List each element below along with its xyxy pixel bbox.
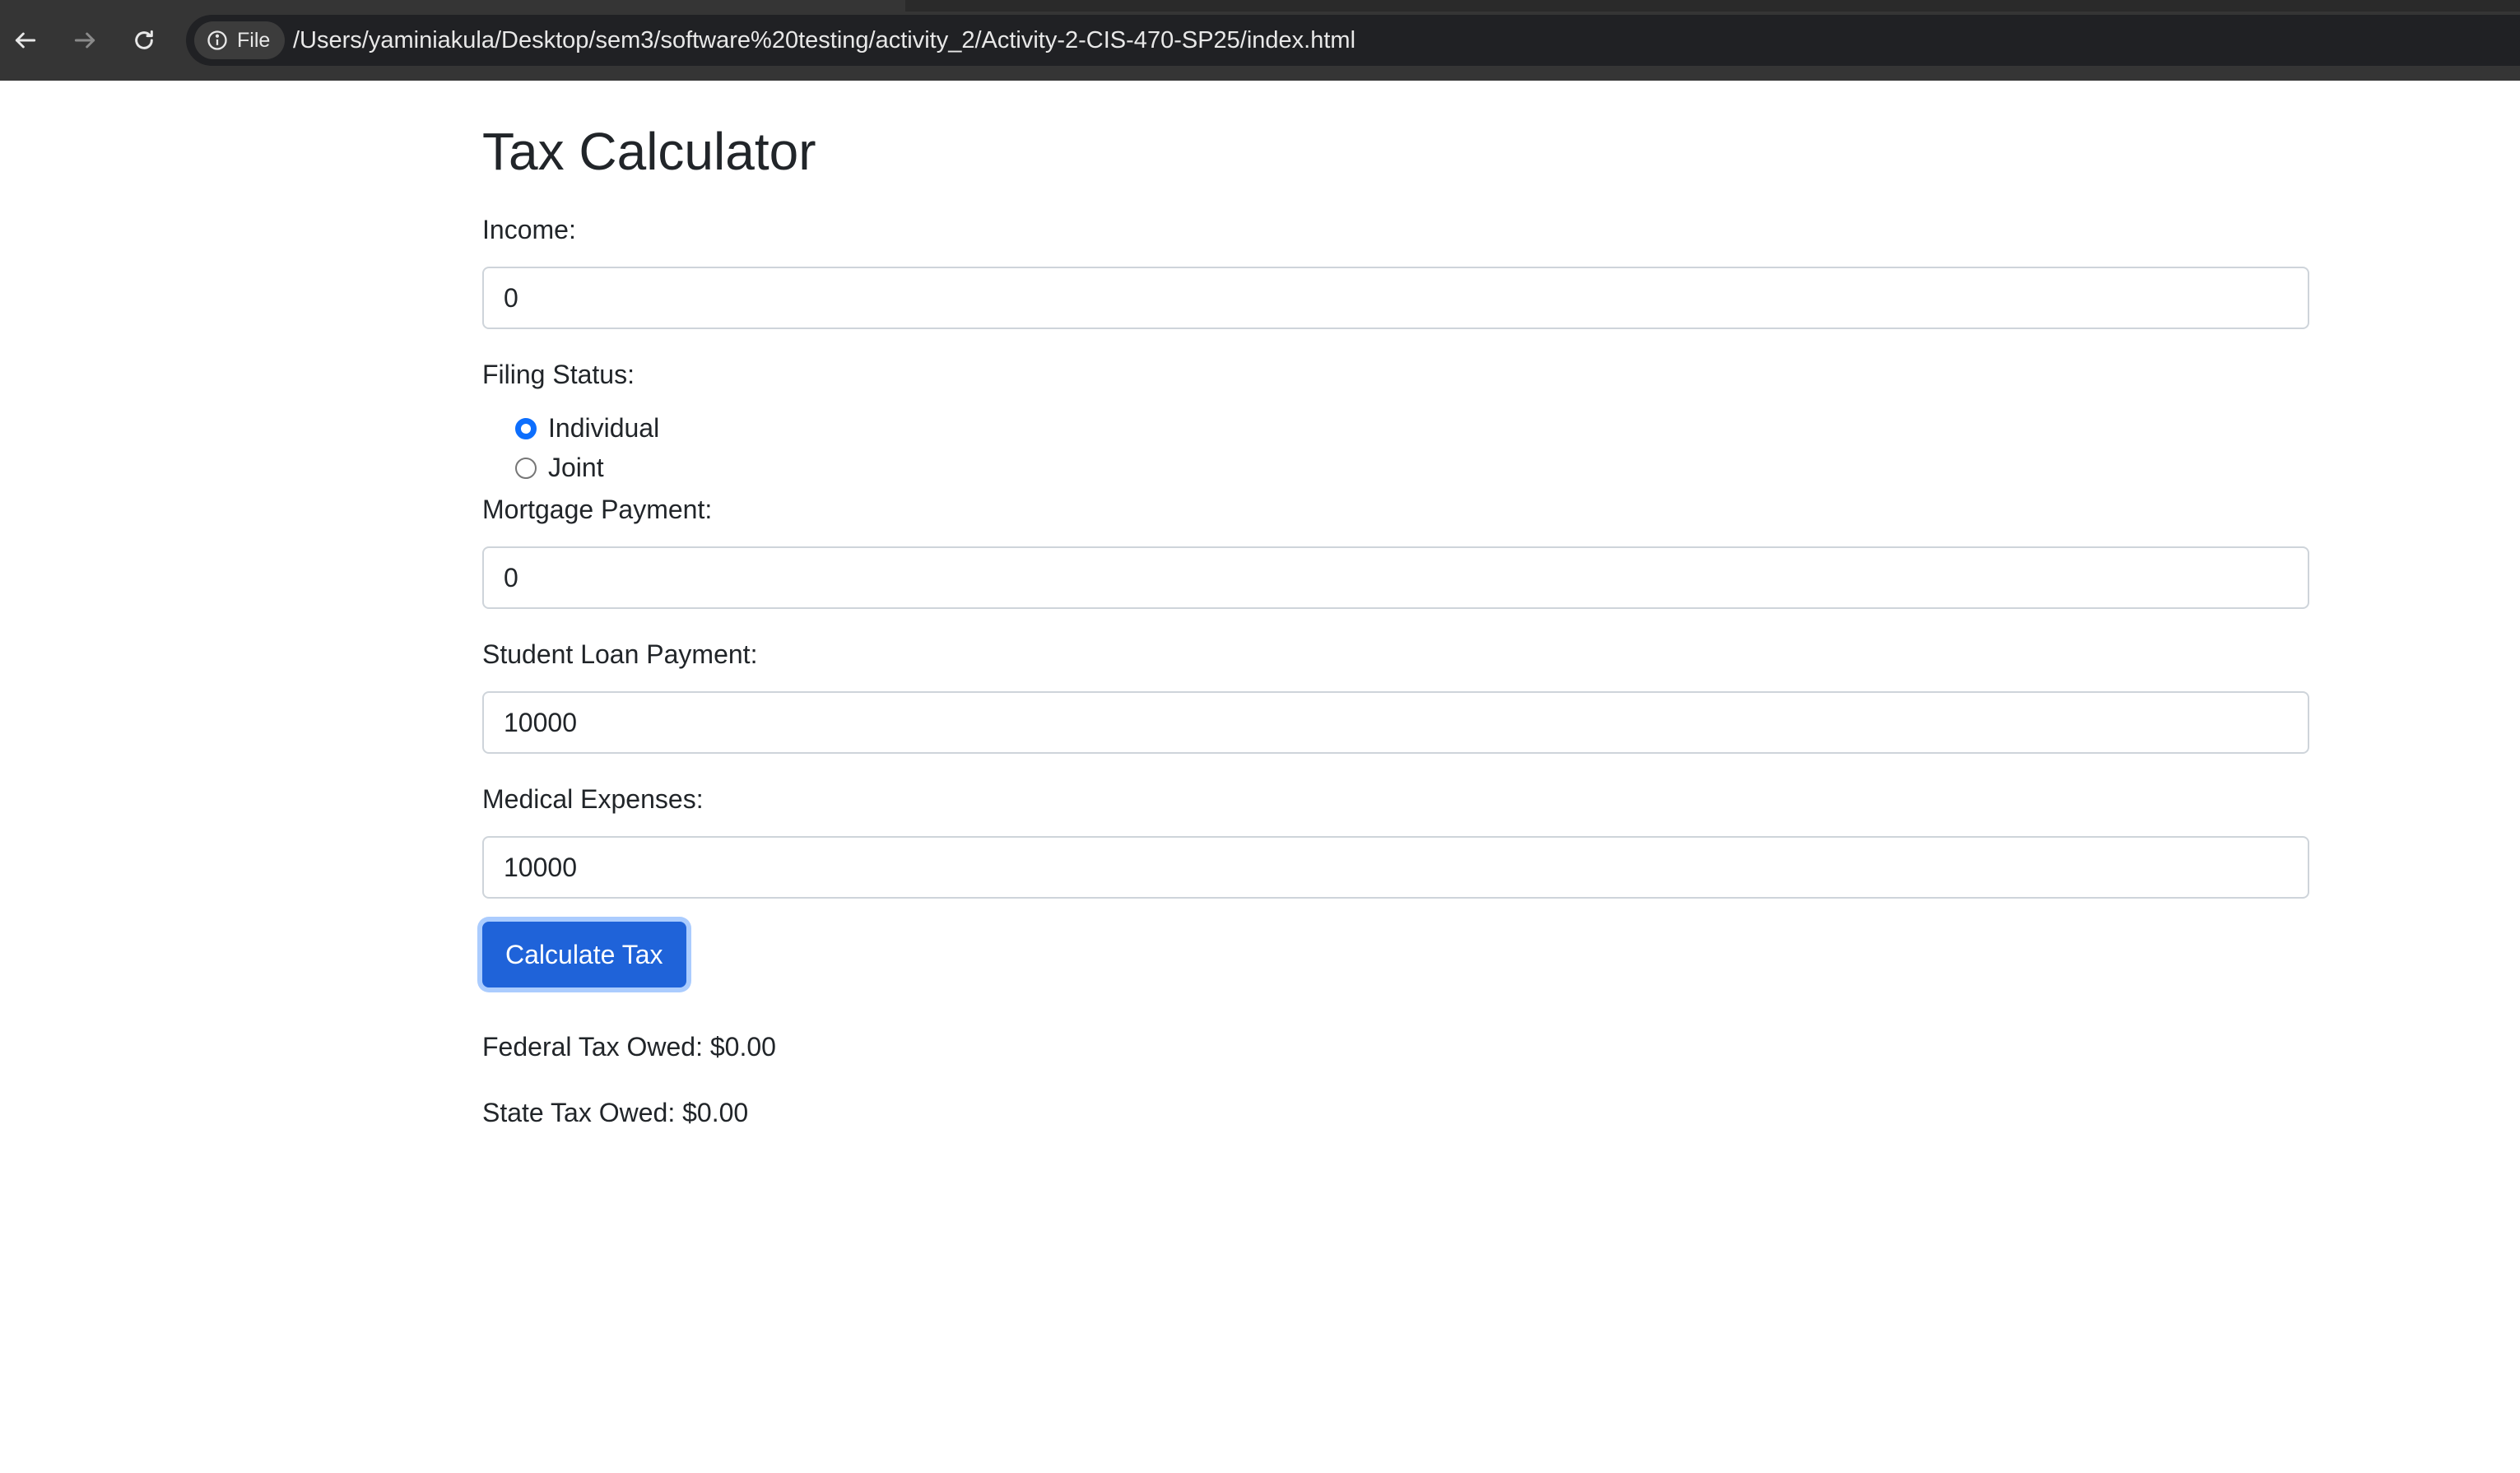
url-text[interactable]: /Users/yaminiakula/Desktop/sem3/software… bbox=[293, 15, 1355, 66]
individual-label: Individual bbox=[548, 413, 660, 443]
browser-toolbar: File /Users/yaminiakula/Desktop/sem3/sof… bbox=[0, 0, 2520, 81]
joint-label: Joint bbox=[548, 453, 604, 482]
back-button[interactable] bbox=[7, 21, 44, 59]
reload-icon bbox=[135, 30, 153, 49]
student-loan-label: Student Loan Payment: bbox=[482, 639, 758, 669]
medical-input[interactable] bbox=[482, 836, 2309, 899]
income-label: Income: bbox=[482, 215, 576, 244]
page-title: Tax Calculator bbox=[482, 122, 816, 181]
federal-tax-result: Federal Tax Owed: $0.00 bbox=[482, 1032, 776, 1062]
mortgage-label: Mortgage Payment: bbox=[482, 495, 713, 524]
individual-radio[interactable] bbox=[515, 417, 537, 439]
mortgage-input[interactable] bbox=[482, 546, 2309, 609]
filing-status-label: Filing Status: bbox=[482, 360, 635, 389]
tab-strip bbox=[0, 0, 2520, 12]
filing-status-individual[interactable]: Individual bbox=[515, 413, 659, 444]
filing-status-joint[interactable]: Joint bbox=[515, 453, 604, 483]
address-bar[interactable]: File /Users/yaminiakula/Desktop/sem3/sof… bbox=[186, 15, 2520, 66]
income-input[interactable] bbox=[482, 267, 2309, 329]
state-tax-result: State Tax Owed: $0.00 bbox=[482, 1098, 749, 1127]
reload-button[interactable] bbox=[125, 21, 163, 59]
student-loan-input[interactable] bbox=[482, 691, 2309, 754]
site-chip-label: File bbox=[237, 28, 271, 52]
forward-button[interactable] bbox=[66, 21, 104, 59]
calculate-tax-button[interactable]: Calculate Tax bbox=[482, 922, 686, 987]
active-tab[interactable] bbox=[0, 0, 905, 12]
joint-radio[interactable] bbox=[515, 457, 537, 479]
info-icon bbox=[207, 30, 227, 50]
site-info-chip[interactable]: File bbox=[194, 21, 285, 59]
arrow-right-icon bbox=[74, 32, 95, 49]
arrow-left-icon bbox=[15, 32, 36, 49]
medical-label: Medical Expenses: bbox=[482, 784, 704, 814]
